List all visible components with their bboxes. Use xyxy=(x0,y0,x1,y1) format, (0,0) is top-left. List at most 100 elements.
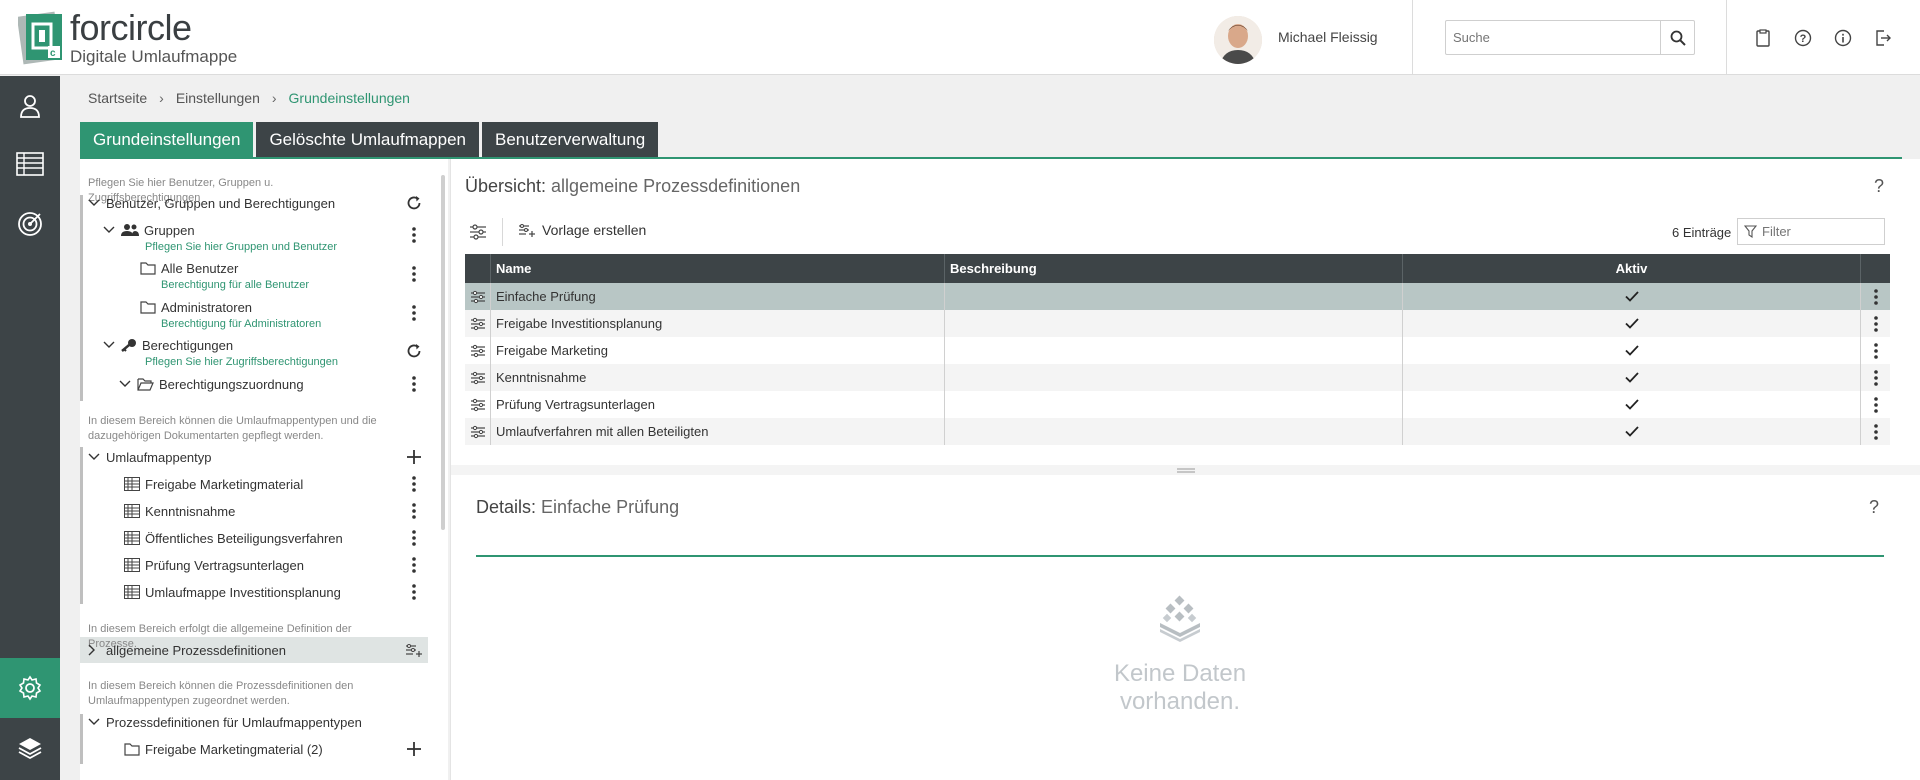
cell-active xyxy=(1403,337,1861,364)
add-template-icon[interactable] xyxy=(404,640,424,660)
more-vertical-icon[interactable] xyxy=(404,528,424,548)
row-menu-icon[interactable] xyxy=(1861,418,1890,445)
create-template-button[interactable]: Vorlage erstellen xyxy=(518,222,646,238)
more-vertical-icon[interactable] xyxy=(404,225,424,245)
tree-node-permissions[interactable]: Berechtigungen xyxy=(103,335,233,355)
tree-node-label: Freigabe Marketingmaterial xyxy=(145,476,304,492)
logout-icon[interactable] xyxy=(1872,27,1894,49)
tree-node-type[interactable]: Öffentliches Beteiligungsverfahren xyxy=(124,528,343,548)
more-vertical-icon[interactable] xyxy=(404,374,424,394)
clipboard-icon[interactable] xyxy=(1752,27,1774,49)
chevron-down-icon[interactable] xyxy=(103,341,117,349)
chevron-down-icon[interactable] xyxy=(88,718,102,726)
table-row[interactable]: Einfache Prüfung xyxy=(465,283,1890,310)
info-icon[interactable] xyxy=(1832,27,1854,49)
tree-node-permission-mapping[interactable]: Berechtigungszuordnung xyxy=(119,374,304,394)
tree-node-types-root[interactable]: Umlaufmappentyp xyxy=(88,447,212,467)
plus-icon[interactable] xyxy=(404,447,424,467)
details-help-button[interactable]: ? xyxy=(1869,497,1879,518)
row-menu-icon[interactable] xyxy=(1861,310,1890,337)
tree-node-type[interactable]: Umlaufmappe Investitionsplanung xyxy=(124,582,341,602)
column-header-description[interactable]: Beschreibung xyxy=(945,254,1403,283)
target-icon xyxy=(18,212,42,236)
more-vertical-icon[interactable] xyxy=(404,555,424,575)
breadcrumb-settings[interactable]: Einstellungen xyxy=(176,90,260,106)
filter-input[interactable] xyxy=(1762,224,1872,239)
avatar[interactable] xyxy=(1214,16,1262,64)
brand-tagline: Digitale Umlaufmappe xyxy=(70,47,238,66)
overview-title: Übersicht: allgemeine Prozessdefinitione… xyxy=(465,176,800,197)
chevron-down-icon[interactable] xyxy=(88,453,102,461)
tree-guide-line xyxy=(80,447,83,604)
tree-node-type[interactable]: Prüfung Vertragsunterlagen xyxy=(124,555,304,575)
layers-icon xyxy=(18,738,42,760)
cell-name: Freigabe Marketing xyxy=(491,337,945,364)
chevron-right-icon[interactable] xyxy=(88,644,102,656)
cell-name: Prüfung Vertragsunterlagen xyxy=(491,391,945,418)
row-menu-icon[interactable] xyxy=(1861,364,1890,391)
more-vertical-icon[interactable] xyxy=(404,303,424,323)
table-row[interactable]: Kenntnisnahme xyxy=(465,364,1890,391)
tree-node-users-root[interactable]: Benutzer, Gruppen und Berechtigungen xyxy=(88,193,335,213)
tree-node-mapping-root[interactable]: Prozessdefinitionen für Umlaufmappentype… xyxy=(88,712,362,732)
tree-node-process-root[interactable]: allgemeine Prozessdefinitionen xyxy=(88,640,286,660)
breadcrumb-home[interactable]: Startseite xyxy=(88,90,147,106)
chevron-down-icon[interactable] xyxy=(88,199,102,207)
chevron-down-icon[interactable] xyxy=(103,226,117,234)
tab-deleted-folders[interactable]: Gelöschte Umlaufmappen xyxy=(256,122,479,158)
check-icon xyxy=(1624,426,1639,437)
tree-node-subtitle: Berechtigung für alle Benutzer xyxy=(161,279,309,291)
column-header-name[interactable]: Name xyxy=(491,254,945,283)
chevron-down-icon[interactable] xyxy=(119,380,133,388)
row-menu-icon[interactable] xyxy=(1861,337,1890,364)
column-header-active[interactable]: Aktiv xyxy=(1403,254,1861,283)
table-row[interactable]: Prüfung Vertragsunterlagen xyxy=(465,391,1890,418)
filter-box xyxy=(1737,218,1885,245)
search-button[interactable] xyxy=(1660,21,1694,54)
sidebar-item-list[interactable] xyxy=(0,134,60,194)
user-name[interactable]: Michael Fleissig xyxy=(1278,29,1378,45)
more-vertical-icon[interactable] xyxy=(404,501,424,521)
sidebar-item-user[interactable] xyxy=(0,76,60,136)
sidebar-item-settings[interactable] xyxy=(0,658,60,718)
tree-node-subtitle: Pflegen Sie hier Zugriffsberechtigungen xyxy=(145,356,339,368)
check-icon xyxy=(1624,372,1639,383)
tree-node-groups[interactable]: Gruppen xyxy=(103,220,195,240)
table-row[interactable]: Freigabe Marketing xyxy=(465,337,1890,364)
process-definition-icon xyxy=(465,364,491,391)
grid-list-icon xyxy=(124,531,140,545)
tab-user-management[interactable]: Benutzerverwaltung xyxy=(482,122,659,158)
overview-help-button[interactable]: ? xyxy=(1874,176,1884,197)
tree-node-admins[interactable]: Administratoren xyxy=(140,297,252,317)
more-vertical-icon[interactable] xyxy=(404,264,424,284)
header-divider xyxy=(1412,0,1413,75)
sidebar-item-target[interactable] xyxy=(0,194,60,254)
refresh-icon[interactable] xyxy=(404,341,424,361)
tree-node-all-users[interactable]: Alle Benutzer xyxy=(140,258,238,278)
more-vertical-icon[interactable] xyxy=(404,582,424,602)
row-menu-icon[interactable] xyxy=(1861,391,1890,418)
tree-node-type[interactable]: Kenntnisnahme xyxy=(124,501,235,521)
panel-splitter[interactable] xyxy=(451,465,1920,475)
app-header: c forcircle Digitale Umlaufmappe Michael… xyxy=(0,0,1920,75)
refresh-icon[interactable] xyxy=(404,193,424,213)
more-vertical-icon[interactable] xyxy=(404,474,424,494)
tab-general-settings[interactable]: Grundeinstellungen xyxy=(80,122,254,158)
tree-node-label: Gruppen xyxy=(144,222,195,238)
search-input[interactable] xyxy=(1446,21,1660,54)
column-settings-icon[interactable] xyxy=(468,222,488,242)
row-menu-icon[interactable] xyxy=(1861,283,1890,310)
cell-active xyxy=(1403,391,1861,418)
empty-stack-icon xyxy=(1156,595,1204,643)
search-icon xyxy=(1670,30,1686,46)
plus-icon[interactable] xyxy=(404,739,424,759)
tree-node-mapping-child[interactable]: Freigabe Marketingmaterial (2) xyxy=(124,739,323,759)
sidebar-item-layers[interactable] xyxy=(0,718,60,778)
help-icon[interactable]: ? xyxy=(1792,27,1814,49)
tree-node-type[interactable]: Freigabe Marketingmaterial xyxy=(124,474,303,494)
table-row[interactable]: Umlaufverfahren mit allen Beteiligten xyxy=(465,418,1890,445)
breadcrumb-current: Grundeinstellungen xyxy=(288,90,410,106)
tree-scrollbar[interactable] xyxy=(441,175,445,530)
process-definition-icon xyxy=(465,310,491,337)
table-row[interactable]: Freigabe Investitionsplanung xyxy=(465,310,1890,337)
